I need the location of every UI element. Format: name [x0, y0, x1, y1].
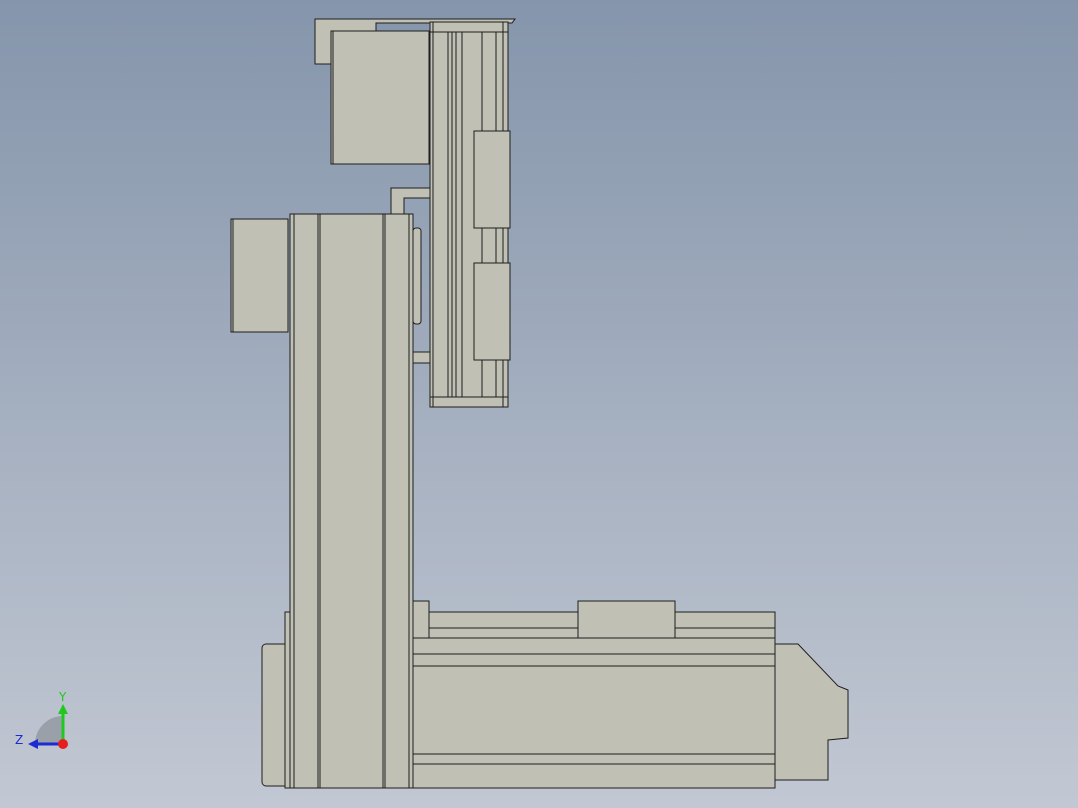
- column-motor: [230, 218, 289, 333]
- cad-viewport[interactable]: Y Z: [0, 0, 1078, 808]
- base-end-block: [412, 600, 430, 639]
- model-graphics[interactable]: Y Z: [0, 0, 1078, 808]
- triad-z-label: Z: [15, 733, 23, 747]
- triad-x-origin-icon: [58, 739, 68, 749]
- column-body: [289, 213, 414, 789]
- orientation-triad: Y Z: [15, 690, 68, 749]
- base-slider: [577, 600, 676, 639]
- triad-y-arrow-icon: [58, 704, 68, 714]
- z-motor: [330, 30, 430, 165]
- z-slider-upper: [473, 130, 511, 229]
- z-slider-lower: [473, 262, 511, 361]
- column-side-rail: [412, 227, 422, 325]
- triad-quadrant: [35, 716, 63, 744]
- column-connector: [412, 351, 431, 364]
- triad-z-arrow-icon: [28, 739, 38, 749]
- column-actuator[interactable]: [230, 187, 431, 789]
- base-motor-housing: [774, 643, 849, 781]
- triad-y-label: Y: [58, 690, 67, 704]
- column-bracket: [390, 187, 431, 215]
